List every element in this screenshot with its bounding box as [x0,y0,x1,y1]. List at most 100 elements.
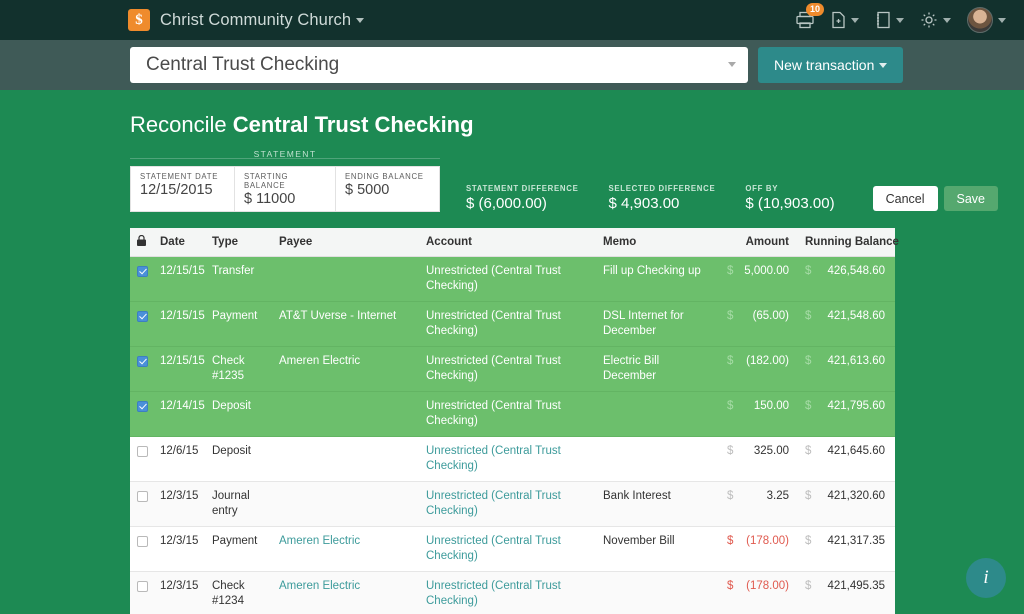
action-buttons: Cancel Save [873,186,998,211]
cell-amount: $(178.00) [719,572,797,614]
difference-group: STATEMENT DIFFERENCE $ (6,000.00) SELECT… [466,184,998,212]
row-checkbox[interactable] [130,482,152,527]
new-document-icon[interactable] [831,11,859,29]
info-button[interactable]: i [966,558,1006,598]
cell-running-balance: $421,548.60 [797,302,895,347]
cell-amount: $(178.00) [719,527,797,572]
cancel-button[interactable]: Cancel [873,186,938,211]
save-button[interactable]: Save [944,186,999,211]
app-logo-icon: $ [128,9,150,31]
row-checkbox[interactable] [130,572,152,614]
cell-payee[interactable]: Ameren Electric [271,572,418,614]
column-header-account[interactable]: Account [418,228,595,257]
table-row[interactable]: 12/3/15Check#1234Ameren ElectricUnrestri… [130,572,895,614]
starting-balance-label: STARTING BALANCE [244,172,326,190]
cell-account[interactable]: Unrestricted (Central Trust Checking) [418,527,595,572]
notebook-icon[interactable] [875,11,904,29]
table-row[interactable]: 12/15/15TransferUnrestricted (Central Tr… [130,257,895,302]
cell-account[interactable]: Unrestricted (Central Trust Checking) [418,392,595,437]
cell-memo [595,392,719,437]
table-row[interactable]: 12/6/15DepositUnrestricted (Central Trus… [130,437,895,482]
lock-icon [130,228,152,257]
column-header-memo[interactable]: Memo [595,228,719,257]
brand[interactable]: $ Christ Community Church [128,9,364,31]
cell-account[interactable]: Unrestricted (Central Trust Checking) [418,572,595,614]
row-checkbox[interactable] [130,437,152,482]
top-navbar: $ Christ Community Church 10 [0,0,1024,40]
cell-payee [271,392,418,437]
cell-amount: $150.00 [719,392,797,437]
cell-payee[interactable]: AT&T Uverse - Internet [271,302,418,347]
ending-balance-field[interactable]: ENDING BALANCE $ 5000 [336,167,439,211]
cell-running-balance: $421,795.60 [797,392,895,437]
cell-payee [271,437,418,482]
column-header-payee[interactable]: Payee [271,228,418,257]
table-row[interactable]: 12/15/15PaymentAT&T Uverse - InternetUnr… [130,302,895,347]
cell-amount: $3.25 [719,482,797,527]
page-title-prefix: Reconcile [130,112,227,137]
chevron-down-icon [896,18,904,23]
cell-running-balance: $426,548.60 [797,257,895,302]
row-checkbox[interactable] [130,257,152,302]
page-title-account: Central Trust Checking [233,112,474,137]
cell-type: Check#1235 [204,347,271,392]
cell-payee[interactable]: Ameren Electric [271,527,418,572]
printer-badge-count: 10 [806,3,824,16]
ending-balance-label: ENDING BALANCE [345,172,430,181]
cell-account[interactable]: Unrestricted (Central Trust Checking) [418,257,595,302]
cell-amount: $(65.00) [719,302,797,347]
cell-account[interactable]: Unrestricted (Central Trust Checking) [418,347,595,392]
statement-difference: STATEMENT DIFFERENCE $ (6,000.00) [466,184,578,212]
printer-icon[interactable]: 10 [795,11,815,29]
row-checkbox[interactable] [130,347,152,392]
starting-balance-field[interactable]: STARTING BALANCE $ 11000 [235,167,336,211]
avatar [967,7,993,33]
row-checkbox[interactable] [130,392,152,437]
table-row[interactable]: 12/3/15Journal entryUnrestricted (Centra… [130,482,895,527]
cell-running-balance: $421,495.35 [797,572,895,614]
column-header-amount[interactable]: Amount [719,228,797,257]
table-row[interactable]: 12/14/15DepositUnrestricted (Central Tru… [130,392,895,437]
statement-difference-value: $ (6,000.00) [466,195,578,212]
cell-running-balance: $421,613.60 [797,347,895,392]
cell-payee[interactable]: Ameren Electric [271,347,418,392]
cell-memo: November Bill [595,527,719,572]
column-header-date[interactable]: Date [152,228,204,257]
column-header-type[interactable]: Type [204,228,271,257]
cell-account[interactable]: Unrestricted (Central Trust Checking) [418,302,595,347]
cell-memo: Electric Bill December [595,347,719,392]
cell-type: Payment [204,302,271,347]
cell-memo: Bank Interest [595,482,719,527]
gear-icon[interactable] [920,11,951,29]
cell-account[interactable]: Unrestricted (Central Trust Checking) [418,437,595,482]
selected-difference-label: SELECTED DIFFERENCE [608,184,715,193]
statement-date-field[interactable]: STATEMENT DATE 12/15/2015 [131,167,235,211]
nav-icon-group: 10 [795,0,1006,40]
reconcile-summary: STATEMENT STATEMENT DATE 12/15/2015 STAR… [130,158,1024,212]
reconcile-page: Reconcile Central Trust Checking STATEME… [0,90,1024,614]
cell-account[interactable]: Unrestricted (Central Trust Checking) [418,482,595,527]
cell-type: Deposit [204,392,271,437]
user-menu[interactable] [967,7,1006,33]
row-checkbox[interactable] [130,302,152,347]
new-transaction-button[interactable]: New transaction [758,47,903,83]
organization-name: Christ Community Church [160,11,364,30]
chevron-down-icon [851,18,859,23]
cell-running-balance: $421,320.60 [797,482,895,527]
account-select[interactable]: Central Trust Checking [130,47,748,83]
cell-type: Transfer [204,257,271,302]
cell-payee [271,482,418,527]
page-title: Reconcile Central Trust Checking [130,112,1024,138]
table-row[interactable]: 12/15/15Check#1235Ameren ElectricUnrestr… [130,347,895,392]
row-checkbox[interactable] [130,527,152,572]
cell-amount: $(182.00) [719,347,797,392]
cell-memo [595,437,719,482]
cell-running-balance: $421,317.35 [797,527,895,572]
table-header-row: Date Type Payee Account Memo Amount Runn… [130,228,895,257]
table-row[interactable]: 12/3/15PaymentAmeren ElectricUnrestricte… [130,527,895,572]
cell-type: Check#1234 [204,572,271,614]
column-header-running-balance[interactable]: Running Balance [797,228,895,257]
transactions-table: Date Type Payee Account Memo Amount Runn… [130,228,895,614]
cell-payee [271,257,418,302]
starting-balance-value: $ 11000 [244,191,326,207]
